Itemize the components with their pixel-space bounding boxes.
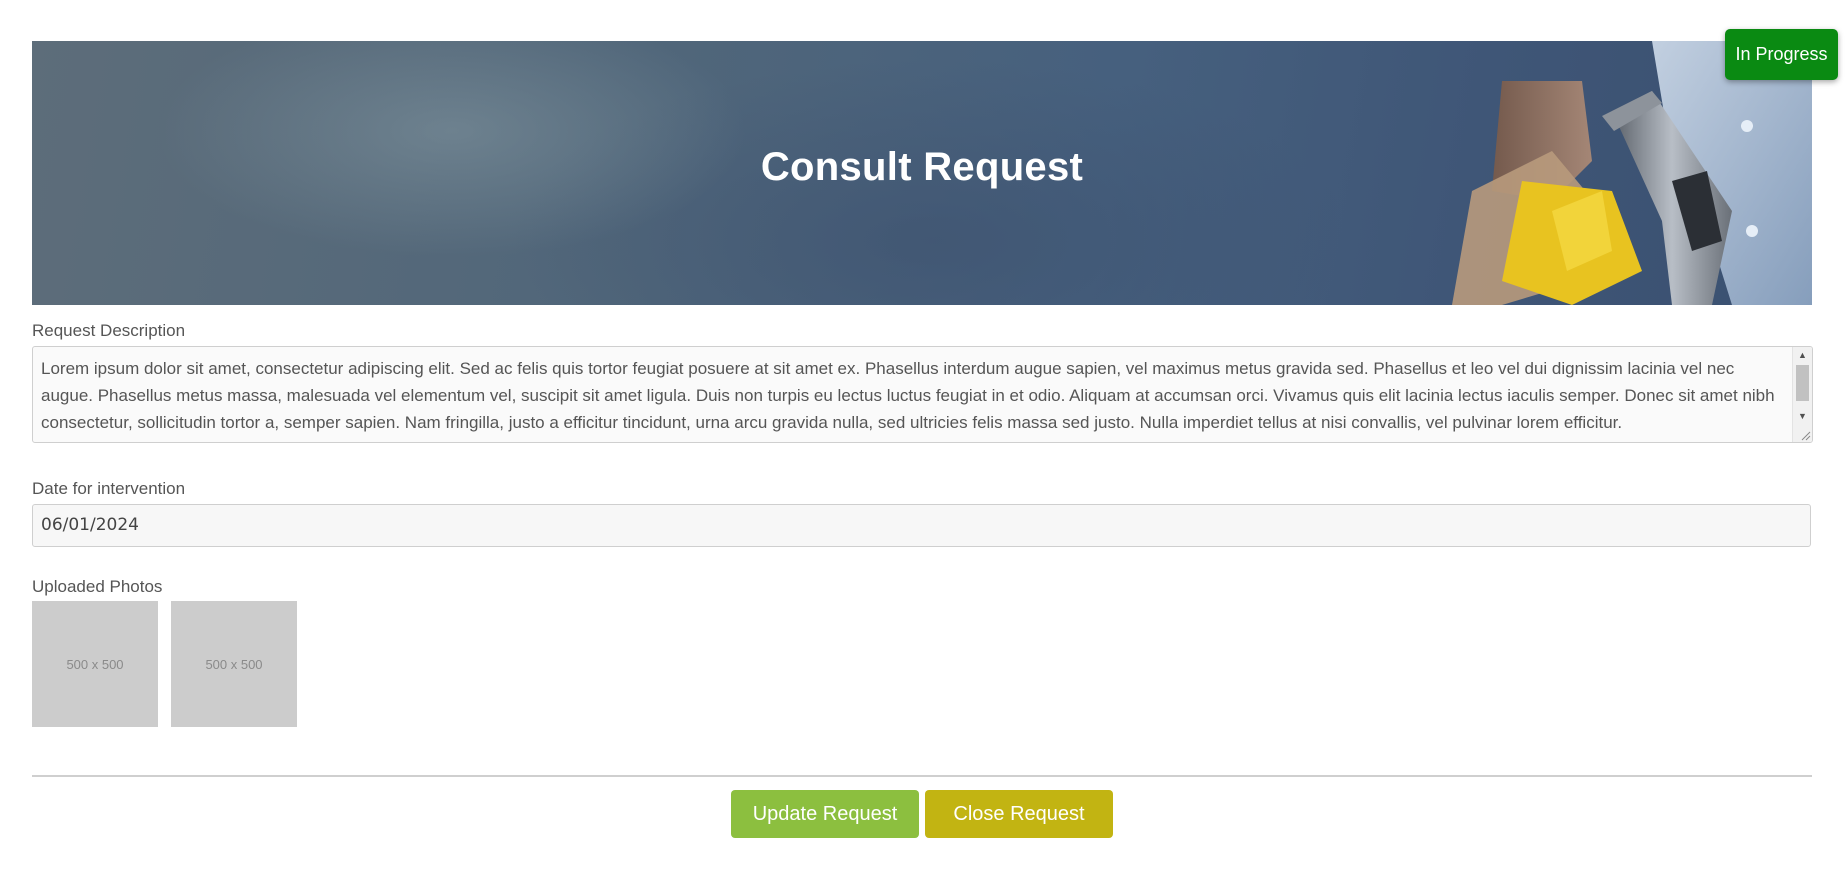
description-label: Request Description [32, 321, 186, 340]
hero-banner: Consult Request [32, 41, 1812, 305]
status-badge: In Progress [1725, 29, 1838, 80]
date-input[interactable]: 06/01/2024 [32, 504, 1811, 547]
page-title: Consult Request [760, 145, 1084, 189]
close-request-button[interactable]: Close Request [925, 790, 1113, 838]
resize-handle-icon[interactable] [1799, 429, 1811, 441]
scroll-up-icon[interactable]: ▲ [1793, 347, 1812, 363]
description-text: Lorem ipsum dolor sit amet, consectetur … [41, 359, 1775, 432]
photo-caption: 500 x 500 [66, 656, 124, 672]
photo-caption: 500 x 500 [205, 656, 263, 672]
date-label: Date for intervention [32, 479, 186, 498]
scroll-thumb[interactable] [1796, 365, 1809, 401]
textarea-scrollbar[interactable]: ▲ ▼ [1792, 347, 1812, 442]
description-textarea[interactable]: Lorem ipsum dolor sit amet, consectetur … [32, 346, 1813, 443]
scroll-down-icon[interactable]: ▼ [1793, 408, 1812, 424]
photo-thumbnail[interactable]: 500 x 500 [32, 601, 158, 727]
photo-thumbnail[interactable]: 500 x 500 [171, 601, 297, 727]
update-request-button[interactable]: Update Request [731, 790, 919, 838]
page: In Progress Consult Request Request Desc… [0, 0, 1846, 887]
divider [32, 775, 1812, 777]
photos-label: Uploaded Photos [32, 577, 163, 596]
